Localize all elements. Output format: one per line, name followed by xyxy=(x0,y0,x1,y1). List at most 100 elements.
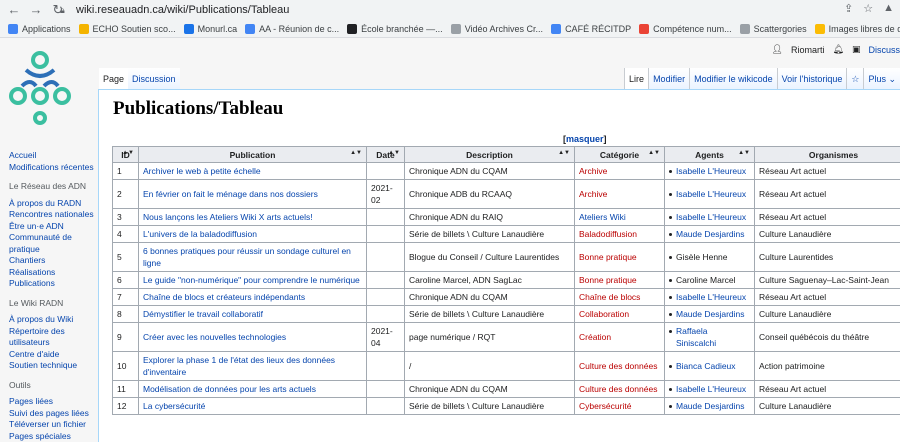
column-header[interactable]: Agents ▲▼ xyxy=(664,146,755,163)
sort-icon[interactable]: ▲▼ xyxy=(350,150,362,156)
tab-3[interactable]: Voir l'historique xyxy=(776,68,847,90)
bookmark-item[interactable]: Monurl.ca xyxy=(183,23,237,34)
tab-0[interactable]: Page xyxy=(99,68,129,90)
tab-4[interactable]: ☆ xyxy=(846,68,864,90)
publication-link[interactable]: Chaîne de blocs et créateurs indépendant… xyxy=(143,292,305,302)
cell-category-link[interactable]: Culture des données xyxy=(574,380,665,398)
agent-link[interactable]: Isabelle L'Heureux xyxy=(676,211,746,223)
sidebar-item[interactable]: À propos du Wiki xyxy=(9,314,99,326)
notifications-icon[interactable]: 🔔︎ xyxy=(833,44,844,55)
column-header[interactable]: Organismes xyxy=(754,146,900,163)
cell-id: 2 xyxy=(112,179,139,209)
column-header[interactable]: Date ▲▼ xyxy=(366,146,405,163)
cell-category-link[interactable]: Cybersécurité xyxy=(574,397,665,415)
sidebar-item[interactable]: Pages liées xyxy=(9,396,99,408)
user-link[interactable]: Riomarti xyxy=(791,45,825,55)
sort-icon[interactable]: ▲▼ xyxy=(388,150,400,156)
bookmark-item[interactable]: AA - Réunion de c... xyxy=(245,23,339,34)
publication-link[interactable]: Démystifier le travail collaboratif xyxy=(143,309,263,319)
bookmark-item[interactable]: CAFÉ RÉCITDP xyxy=(551,23,631,34)
cell-agents: Isabelle L'Heureux xyxy=(664,288,755,306)
cell-category-link[interactable]: Chaîne de blocs xyxy=(574,288,665,306)
cell-category-link[interactable]: Archive xyxy=(574,162,665,180)
agent-link[interactable]: Maude Desjardins xyxy=(676,400,745,412)
discussion-link[interactable]: Discuss xyxy=(868,45,900,55)
bookmark-star-icon[interactable]: ☆ xyxy=(863,2,873,15)
radn-logo-icon[interactable] xyxy=(8,50,72,126)
bookmark-item[interactable]: Applications xyxy=(8,23,71,34)
cell-category-link[interactable]: Archive xyxy=(574,179,665,209)
bookmark-item[interactable]: Scattergories xyxy=(739,23,807,34)
publication-link[interactable]: En février on fait le ménage dans nos do… xyxy=(143,189,318,199)
column-header[interactable]: ID ▲▼ xyxy=(112,146,139,163)
sidebar-item[interactable]: Modifications récentes xyxy=(9,162,99,174)
share-icon[interactable]: ⇪ xyxy=(844,2,853,15)
publication-link[interactable]: Explorer la phase 1 de l'état des lieux … xyxy=(143,355,335,377)
bookmark-item[interactable]: Images libres de d... xyxy=(814,23,900,34)
agent-link[interactable]: Bianca Cadieux xyxy=(676,360,736,372)
sidebar-item[interactable]: Être un·e ADN xyxy=(9,221,99,233)
cell-category-link[interactable]: Bonne pratique xyxy=(574,271,665,289)
cell-category-link[interactable]: Collaboration xyxy=(574,305,665,323)
sort-icon[interactable]: ▲▼ xyxy=(122,150,134,156)
agent-link[interactable]: Raffaela Siniscalchi xyxy=(676,325,750,349)
sidebar-item[interactable]: Suivi des pages liées xyxy=(9,408,99,420)
bookmark-item[interactable]: ECHO Soutien sco... xyxy=(78,23,176,34)
cell-agents: Raffaela Siniscalchi xyxy=(664,322,755,352)
cell-organisme: Culture Lanaudière xyxy=(754,225,900,243)
sidebar-item[interactable]: Chantiers xyxy=(9,255,99,267)
back-icon[interactable]: ← xyxy=(6,2,22,18)
cell-category-link[interactable]: Baladodiffusion xyxy=(574,225,665,243)
bookmark-item[interactable]: Vidéo Archives Cr... xyxy=(450,23,543,34)
sidebar-item[interactable]: Communauté de pratique xyxy=(9,232,99,255)
bookmark-item[interactable]: Compétence num... xyxy=(639,23,732,34)
tab-5[interactable]: Plus ⌄ xyxy=(863,68,900,90)
publication-link[interactable]: 6 bonnes pratiques pour réussir un sonda… xyxy=(143,246,351,268)
agent-link[interactable]: Maude Desjardins xyxy=(676,228,745,240)
column-header[interactable]: Description ▲▼ xyxy=(404,146,575,163)
tab-2[interactable]: Modifier le wikicode xyxy=(689,68,777,90)
tab-1[interactable]: Discussion xyxy=(128,68,180,90)
agent-link[interactable]: Isabelle L'Heureux xyxy=(676,188,746,200)
sidebar-item[interactable]: Centre d'aide xyxy=(9,349,99,361)
cell-category-link[interactable]: Bonne pratique xyxy=(574,242,665,272)
alerts-icon[interactable]: ▣ xyxy=(852,44,861,55)
sort-icon[interactable]: ▲▼ xyxy=(558,150,570,156)
extension-icon[interactable]: ▲ xyxy=(883,2,894,15)
publication-link[interactable]: Nous lançons les Ateliers Wiki X arts ac… xyxy=(143,212,313,222)
tab-0[interactable]: Lire xyxy=(624,68,649,90)
sidebar-item[interactable]: Pages spéciales xyxy=(9,431,99,442)
cell-date xyxy=(366,351,405,381)
bookmark-item[interactable]: École branchée —... xyxy=(347,23,443,34)
sidebar-item[interactable]: Répertoire des utilisateurs xyxy=(9,326,99,349)
sidebar-item[interactable]: À propos du RADN xyxy=(9,198,99,210)
sidebar-item[interactable]: Publications xyxy=(9,278,99,290)
publication-link[interactable]: Modélisation de données pour les arts ac… xyxy=(143,384,316,394)
cell-category-link[interactable]: Création xyxy=(574,322,665,352)
hide-link[interactable]: masquer xyxy=(566,134,604,144)
column-header[interactable]: Catégorie ▲▼ xyxy=(574,146,665,163)
publication-link[interactable]: Archiver le web à petite échelle xyxy=(143,166,261,176)
forward-icon[interactable]: → xyxy=(28,2,44,18)
publication-link[interactable]: L'univers de la baladodiffusion xyxy=(143,229,257,239)
publication-link[interactable]: Créer avec les nouvelles technologies xyxy=(143,332,286,342)
agent-link[interactable]: Isabelle L'Heureux xyxy=(676,383,746,395)
publication-link[interactable]: Le guide "non-numérique" pour comprendre… xyxy=(143,275,360,285)
cell-agents: Isabelle L'Heureux xyxy=(664,179,755,209)
sidebar-item[interactable]: Rencontres nationales xyxy=(9,209,99,221)
sidebar-item[interactable]: Accueil xyxy=(9,150,99,162)
sidebar-item[interactable]: Téléverser un fichier xyxy=(9,419,99,431)
cell-category-link[interactable]: Culture des données xyxy=(574,351,665,381)
agent-link[interactable]: Isabelle L'Heureux xyxy=(676,291,746,303)
sidebar-item[interactable]: Soutien technique xyxy=(9,360,99,372)
agent-link[interactable]: Isabelle L'Heureux xyxy=(676,165,746,177)
publication-link[interactable]: La cybersécurité xyxy=(143,401,205,411)
tab-1[interactable]: Modifier xyxy=(648,68,690,90)
sidebar-item[interactable]: Réalisations xyxy=(9,267,99,279)
address-bar[interactable]: 🔒︎ wiki.reseauadn.ca/wiki/Publications/T… xyxy=(60,2,850,18)
column-header[interactable]: Publication ▲▼ xyxy=(138,146,367,163)
sort-icon[interactable]: ▲▼ xyxy=(648,150,660,156)
sort-icon[interactable]: ▲▼ xyxy=(738,150,750,156)
agent-link[interactable]: Maude Desjardins xyxy=(676,308,745,320)
cell-category-link[interactable]: Ateliers Wiki xyxy=(574,208,665,226)
